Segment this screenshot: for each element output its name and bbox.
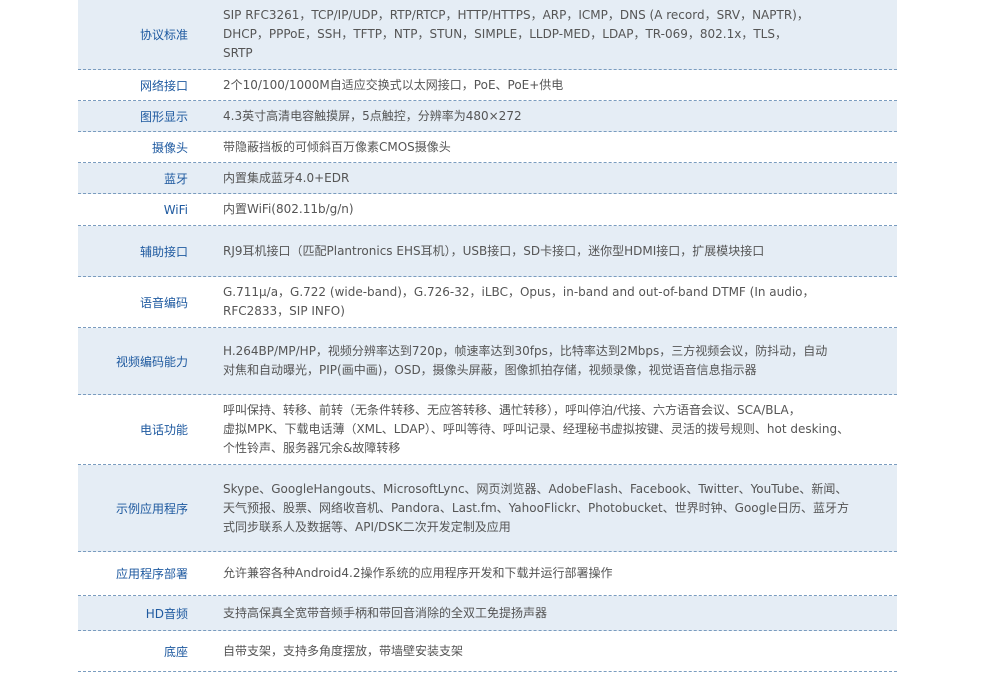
spec-value: RJ9耳机接口（匹配Plantronics EHS耳机），USB接口，SD卡接口…	[223, 243, 765, 258]
spec-value: G.711μ/a，G.722 (wide-band)，G.726-32，iLBC…	[223, 285, 815, 318]
spec-label: 蓝牙	[163, 171, 188, 186]
spec-row-network: 网络接口 2个10/100/1000M自适应交换式以太网接口，PoE、PoE+供…	[78, 70, 897, 101]
spec-label: 视频编码能力	[115, 354, 188, 369]
spec-row-sample-apps: 示例应用程序 Skype、GoogleHangouts、MicrosoftLyn…	[78, 465, 897, 552]
spec-row-phone-features: 电话功能 呼叫保持、转移、前转（无条件转移、无应答转移、遇忙转移），呼叫停泊/代…	[78, 395, 897, 465]
spec-table: 协议标准 SIP RFC3261，TCP/IP/UDP，RTP/RTCP，HTT…	[78, 0, 897, 672]
spec-value: 4.3英寸高清电容触摸屏，5点触控，分辨率为480×272	[223, 108, 522, 123]
spec-label: HD音频	[145, 606, 188, 621]
spec-label: 底座	[163, 644, 188, 659]
spec-value: 支持高保真全宽带音频手柄和带回音消除的全双工免提扬声器	[223, 605, 548, 620]
spec-value: Skype、GoogleHangouts、MicrosoftLync、网页浏览器…	[223, 481, 849, 534]
spec-row-video-codec: 视频编码能力 H.264BP/MP/HP，视频分辨率达到720p，帧速率达到30…	[78, 328, 897, 395]
spec-row-wifi: WiFi 内置WiFi(802.11b/g/n)	[78, 194, 897, 226]
spec-value: H.264BP/MP/HP，视频分辨率达到720p，帧速率达到30fps，比特率…	[223, 344, 828, 377]
spec-value: 自带支架，支持多角度摆放，带墙壁安装支架	[223, 643, 464, 658]
spec-value: 呼叫保持、转移、前转（无条件转移、无应答转移、遇忙转移），呼叫停泊/代接、六方语…	[223, 403, 850, 455]
spec-value: 内置WiFi(802.11b/g/n)	[223, 202, 354, 216]
spec-label: 网络接口	[139, 78, 188, 93]
spec-label: WiFi	[163, 202, 188, 217]
spec-value: 2个10/100/1000M自适应交换式以太网接口，PoE、PoE+供电	[223, 77, 564, 92]
spec-label: 语音编码	[139, 295, 188, 310]
spec-value: 带隐蔽挡板的可倾斜百万像素CMOS摄像头	[223, 139, 451, 154]
spec-row-app-deploy: 应用程序部署 允许兼容各种Android4.2操作系统的应用程序开发和下载并运行…	[78, 552, 897, 596]
spec-row-camera: 摄像头 带隐蔽挡板的可倾斜百万像素CMOS摄像头	[78, 132, 897, 163]
spec-row-stand: 底座 自带支架，支持多角度摆放，带墙壁安装支架	[78, 631, 897, 672]
spec-label: 摄像头	[151, 140, 188, 155]
spec-label: 电话功能	[139, 423, 188, 437]
spec-row-display: 图形显示 4.3英寸高清电容触摸屏，5点触控，分辨率为480×272	[78, 101, 897, 132]
spec-row-voice-codec: 语音编码 G.711μ/a，G.722 (wide-band)，G.726-32…	[78, 277, 897, 328]
spec-label: 图形显示	[139, 109, 188, 124]
spec-row-bluetooth: 蓝牙 内置集成蓝牙4.0+EDR	[78, 163, 897, 194]
spec-row-aux-ports: 辅助接口 RJ9耳机接口（匹配Plantronics EHS耳机），USB接口，…	[78, 226, 897, 277]
spec-label: 协议标准	[139, 28, 188, 42]
spec-label: 辅助接口	[139, 244, 188, 259]
spec-label: 应用程序部署	[115, 567, 188, 581]
spec-value: 允许兼容各种Android4.2操作系统的应用程序开发和下载并运行部署操作	[223, 566, 613, 580]
spec-row-protocols: 协议标准 SIP RFC3261，TCP/IP/UDP，RTP/RTCP，HTT…	[78, 0, 897, 70]
spec-label: 示例应用程序	[115, 501, 188, 516]
spec-row-hd-audio: HD音频 支持高保真全宽带音频手柄和带回音消除的全双工免提扬声器	[78, 596, 897, 631]
spec-value: 内置集成蓝牙4.0+EDR	[223, 170, 350, 185]
spec-value: SIP RFC3261，TCP/IP/UDP，RTP/RTCP，HTTP/HTT…	[223, 8, 809, 60]
